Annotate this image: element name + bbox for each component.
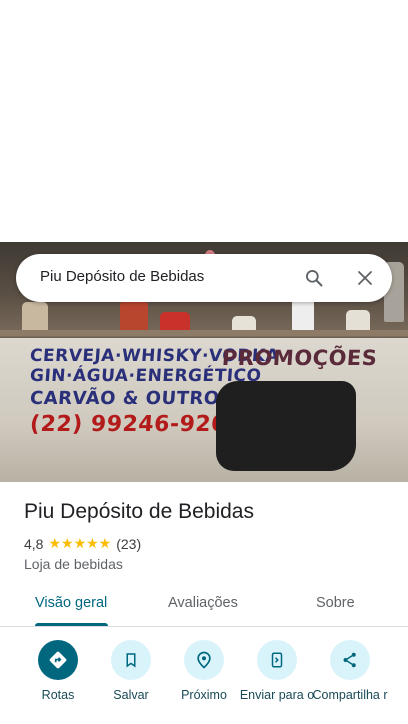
star-rating-icon: ★★★★★ (48, 535, 112, 551)
nearby-icon (184, 640, 224, 680)
sign-promo: PROMOÇÕES (221, 346, 379, 370)
save-label: Salvar (113, 688, 149, 702)
review-count: (23) (116, 535, 142, 552)
share-icon (330, 640, 370, 680)
tab-overview[interactable]: Visão geral (35, 595, 107, 611)
bookmark-icon (111, 640, 151, 680)
shelf-edge (0, 330, 408, 336)
product-item (22, 302, 48, 332)
directions-label: Rotas (41, 688, 75, 702)
active-tab-indicator (35, 623, 108, 626)
product-item (346, 310, 370, 332)
directions-icon (38, 640, 78, 680)
send-to-phone-button[interactable]: Enviar para o (237, 640, 317, 703)
rating-value: 4,8 (24, 535, 44, 552)
nearby-label: Próximo (181, 688, 227, 702)
tab-about[interactable]: Sobre (316, 595, 355, 611)
product-item (120, 300, 148, 332)
share-label: Compartilha r (312, 688, 388, 702)
send-to-phone-icon (257, 640, 297, 680)
send-to-phone-label: Enviar para o (239, 688, 315, 702)
product-item (160, 312, 190, 332)
place-category: Loja de bebidas (24, 556, 123, 572)
search-icon[interactable] (302, 266, 326, 290)
share-button[interactable]: Compartilha r (310, 640, 390, 703)
search-bar[interactable]: Piu Depósito de Bebidas (16, 254, 392, 302)
save-button[interactable]: Salvar (91, 640, 171, 703)
sign-line: CARVÃO & OUTROS (29, 388, 234, 409)
rating-row[interactable]: 4,8 ★★★★★ (23) (24, 535, 141, 552)
place-title: Piu Depósito de Bebidas (24, 500, 254, 523)
directions-button[interactable]: Rotas (18, 640, 98, 703)
close-icon[interactable] (353, 266, 377, 290)
nearby-button[interactable]: Próximo (164, 640, 244, 703)
sign-phone: (22) 99246-9204 (29, 412, 244, 437)
tab-bar: Visão geral Avaliações Sobre (0, 580, 408, 627)
search-input[interactable]: Piu Depósito de Bebidas (40, 268, 204, 285)
product-item (292, 298, 314, 332)
tab-reviews[interactable]: Avaliações (168, 595, 238, 611)
chalkboard (216, 381, 356, 471)
